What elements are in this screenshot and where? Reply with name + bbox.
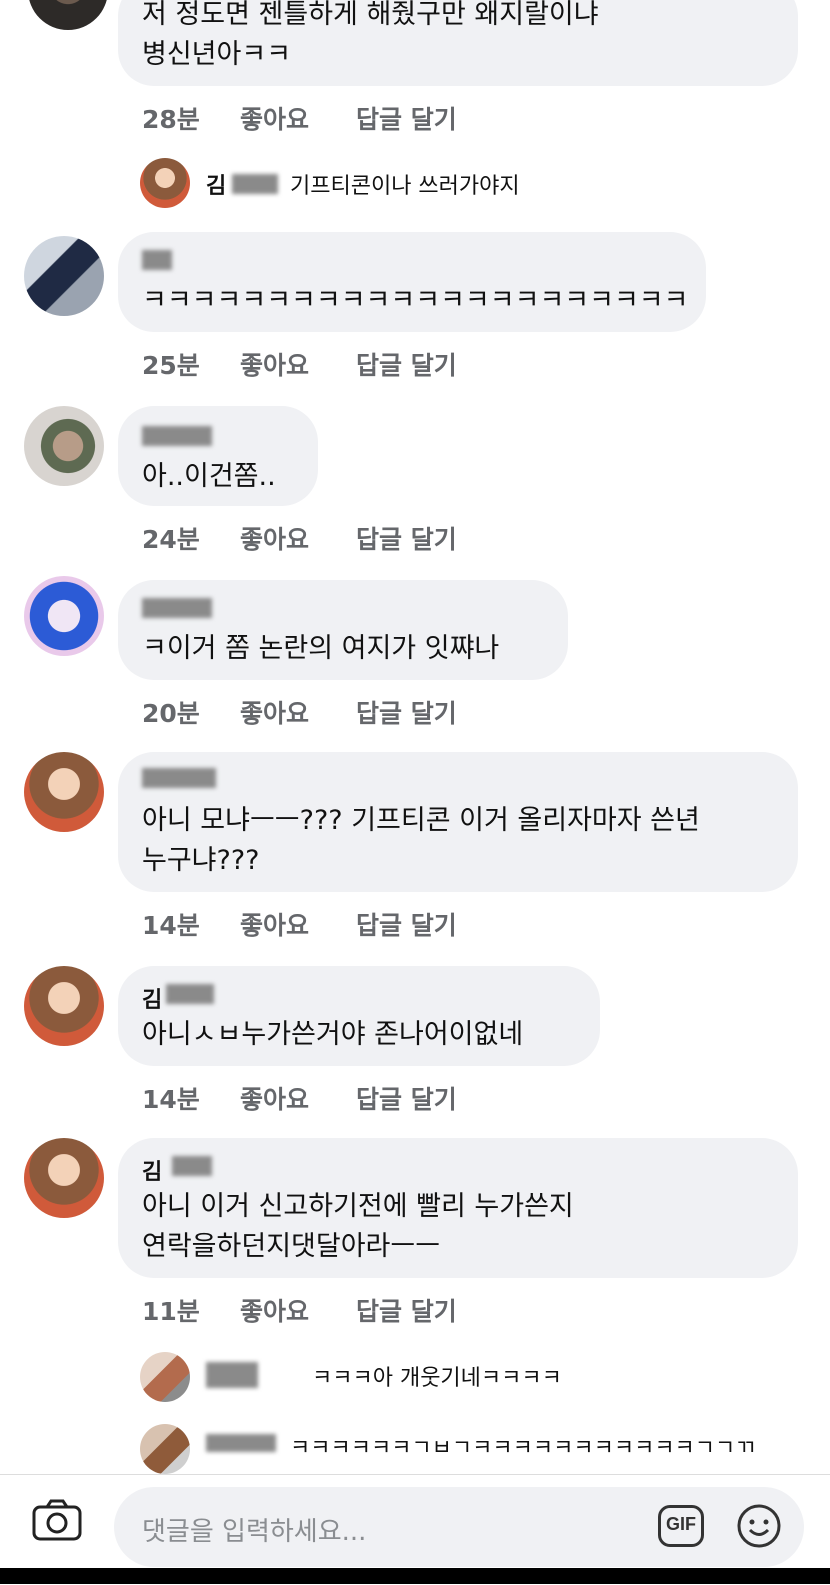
blurred-name	[166, 984, 214, 1004]
comment-author[interactable]: 김	[142, 982, 162, 1014]
avatar[interactable]	[24, 752, 104, 832]
comment-author[interactable]: 김	[142, 1154, 162, 1186]
blurred-name	[142, 250, 172, 270]
like-button[interactable]: 좋아요	[240, 1080, 309, 1116]
avatar[interactable]	[24, 966, 104, 1046]
blurred-name	[172, 1156, 212, 1176]
comment-text: 아니ㅅㅂ누가쓴거야 존나어이없네	[142, 1019, 524, 1050]
comment-time: 11분	[142, 1297, 200, 1326]
comment-text: 연락을하던지댓달아라ㅡㅡ	[142, 1231, 441, 1262]
reply-button[interactable]: 답글 달기	[356, 906, 457, 942]
avatar[interactable]	[24, 236, 104, 316]
comment-text: 누구냐???	[142, 845, 260, 876]
comment-time: 14분	[142, 1085, 200, 1114]
gif-button[interactable]: GIF	[658, 1505, 704, 1547]
comment-text: 아..이건쫌..	[142, 461, 276, 492]
reply-button[interactable]: 답글 달기	[356, 1292, 457, 1328]
comment-text: 아니 모냐ㅡㅡ??? 기프티콘 이거 올리자마자 쓴년	[142, 805, 700, 836]
like-button[interactable]: 좋아요	[240, 1292, 309, 1328]
blurred-name	[142, 768, 216, 788]
blurred-name	[206, 1362, 258, 1388]
comment-text: 저 정도면 젠틀하게 해줬구만 왜지랄이냐	[142, 0, 599, 30]
reply-text: ㅋㅋㅋ아 개웃기네ㅋㅋㅋㅋ	[312, 1366, 562, 1391]
comment-input-placeholder: 댓글을 입력하세요...	[142, 1517, 367, 1547]
reply-author[interactable]: 김	[206, 168, 226, 200]
comment-time: 14분	[142, 911, 200, 940]
blurred-name	[206, 1434, 276, 1452]
system-nav-bar	[0, 1568, 830, 1584]
avatar[interactable]	[140, 158, 190, 208]
blurred-name	[142, 598, 212, 618]
reply-button[interactable]: 답글 달기	[356, 346, 457, 382]
smiley-icon[interactable]	[736, 1503, 782, 1549]
camera-icon[interactable]	[32, 1499, 82, 1543]
avatar[interactable]	[140, 1424, 190, 1474]
comment-text: 아니 이거 신고하기전에 빨리 누가쓴지	[142, 1191, 574, 1222]
like-button[interactable]: 좋아요	[240, 906, 309, 942]
reply-button[interactable]: 답글 달기	[356, 100, 457, 136]
avatar[interactable]	[24, 1138, 104, 1218]
avatar[interactable]	[24, 576, 104, 656]
comment-text: 병신년아ㅋㅋ	[142, 39, 292, 70]
reply-button[interactable]: 답글 달기	[356, 520, 457, 556]
like-button[interactable]: 좋아요	[240, 100, 309, 136]
reply-text: ㅋㅋㅋㅋㅋㅋㄱㅂㄱㅋㅋㅋㅋㅋㅋㅋㅋㅋㅋㅋㄱㄱㄲ	[290, 1436, 756, 1461]
avatar[interactable]	[140, 1352, 190, 1402]
blurred-name	[142, 426, 212, 446]
gif-label: GIF	[666, 1514, 696, 1534]
like-button[interactable]: 좋아요	[240, 520, 309, 556]
like-button[interactable]: 좋아요	[240, 346, 309, 382]
comment-text: ㅋ이거 쫌 논란의 여지가 잇쨔나	[142, 633, 500, 664]
reply-button[interactable]: 답글 달기	[356, 694, 457, 730]
reply-button[interactable]: 답글 달기	[356, 1080, 457, 1116]
comment-time: 24분	[142, 525, 200, 554]
like-button[interactable]: 좋아요	[240, 694, 309, 730]
comment-text: ㅋㅋㅋㅋㅋㅋㅋㅋㅋㅋㅋㅋㅋㅋㅋㅋㅋㅋㅋㅋㅋㅋ	[142, 285, 689, 316]
comment-input[interactable]: 댓글을 입력하세요... GIF	[114, 1487, 804, 1567]
avatar[interactable]	[28, 0, 108, 30]
comment-time: 28분	[142, 105, 200, 134]
blurred-name	[232, 174, 278, 194]
comment-time: 20분	[142, 699, 200, 728]
reply-text: 기프티콘이나 쓰러가야지	[290, 174, 520, 199]
avatar[interactable]	[24, 406, 104, 486]
comment-time: 25분	[142, 351, 200, 380]
